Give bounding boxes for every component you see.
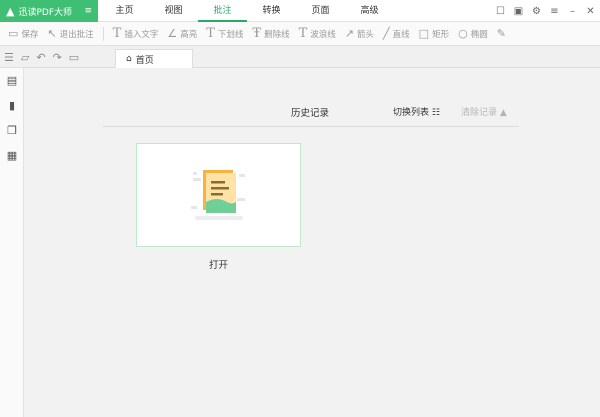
home-panel: 历史记录 切换列表 ☷ 清除记录 ▲ 打开 <box>25 68 600 417</box>
arrow-label: 箭头 <box>357 29 375 40</box>
annotation-toolbar: ▭ 保存 ↖ 退出批注 T 插入文字 ∠ 高亮 T 下划线 Ŧ 删除线 T 波浪… <box>0 22 600 46</box>
tab-home[interactable]: ⌂ 首页 <box>115 49 193 68</box>
ellipse-label: 椭圆 <box>470 29 488 40</box>
menu-advanced[interactable]: 高级 <box>345 0 394 22</box>
quick-access-bar: ☰ ▱ ↶ ↷ ▭ <box>4 47 79 68</box>
switch-list-label: 切换列表 <box>393 108 430 118</box>
clear-history-label: 清除记录 <box>461 108 498 118</box>
underline-button[interactable]: T 下划线 <box>206 26 243 41</box>
message-icon[interactable]: ☐ <box>495 6 506 17</box>
line-label: 直线 <box>392 29 410 40</box>
insert-text-label: 插入文字 <box>124 29 159 40</box>
strikethrough-icon: Ŧ <box>252 26 262 41</box>
highlight-label: 高亮 <box>180 29 198 40</box>
underline-label: 下划线 <box>217 29 244 40</box>
list-menu-icon[interactable]: ☰ <box>4 51 14 64</box>
insert-text-button[interactable]: T 插入文字 <box>113 26 159 41</box>
ellipse-button[interactable]: ○ 椭圆 <box>458 27 488 40</box>
menu-icon[interactable]: ≡ <box>549 6 560 17</box>
minimize-icon[interactable]: – <box>567 6 578 17</box>
ellipse-icon: ○ <box>458 27 468 40</box>
rectangle-icon: □ <box>418 27 430 40</box>
bookmark-icon[interactable]: ▮ <box>5 99 19 113</box>
open-file-card[interactable] <box>136 143 301 247</box>
highlight-button[interactable]: ∠ 高亮 <box>167 27 197 40</box>
open-file-label: 打开 <box>208 260 228 271</box>
list-view-icon: ☷ <box>431 108 440 118</box>
attachments-icon[interactable]: ▦ <box>5 149 19 163</box>
app-name: 迅读PDF大师 <box>18 7 73 18</box>
exit-annotation-button[interactable]: ↖ 退出批注 <box>47 27 93 40</box>
window-controls: ☐ ▣ ⚙ ≡ – ✕ <box>495 0 596 22</box>
open-document-icon <box>191 170 245 220</box>
pencil-button[interactable]: ✎ <box>497 27 506 40</box>
strikethrough-button[interactable]: Ŧ 删除线 <box>252 26 289 41</box>
rectangle-label: 矩形 <box>432 29 450 40</box>
close-icon[interactable]: ✕ <box>585 6 596 17</box>
menu-home[interactable]: 主页 <box>100 0 149 22</box>
gift-icon[interactable]: ▣ <box>513 6 524 17</box>
wavy-line-icon: T <box>298 26 308 41</box>
wavy-line-button[interactable]: T 波浪线 <box>299 26 336 41</box>
save-button[interactable]: ▭ 保存 <box>8 27 38 40</box>
menu-annotate[interactable]: 批注 <box>198 0 247 22</box>
wavy-line-label: 波浪线 <box>310 29 336 40</box>
arrow-icon: ↗ <box>344 27 355 40</box>
menu-view[interactable]: 视图 <box>149 0 198 22</box>
clear-history-button[interactable]: 清除记录 ▲ <box>461 105 507 118</box>
pages-icon[interactable]: ❐ <box>5 124 19 138</box>
switch-list-button[interactable]: 切换列表 ☷ <box>393 105 440 118</box>
home-icon: ⌂ <box>126 54 132 64</box>
highlighter-icon: ∠ <box>167 27 178 40</box>
save-disk-icon[interactable]: ▭ <box>69 51 79 64</box>
menu-page[interactable]: 页面 <box>296 0 345 22</box>
arrow-button[interactable]: ↗ 箭头 <box>345 27 374 40</box>
trash-icon: ▲ <box>499 108 507 118</box>
save-icon: ▭ <box>8 27 19 40</box>
main-menu: 主页 视图 批注 转换 页面 高级 <box>100 0 394 22</box>
history-divider <box>103 126 519 127</box>
history-title: 历史记录 <box>291 108 330 119</box>
open-folder-icon[interactable]: ▱ <box>21 51 29 64</box>
tab-bar: ☰ ▱ ↶ ↷ ▭ ⌂ 首页 <box>0 47 600 68</box>
exit-annotation-label: 退出批注 <box>59 29 94 40</box>
text-insert-icon: T <box>112 26 122 41</box>
app-logo-icon: ▲ <box>6 4 15 18</box>
pencil-icon: ✎ <box>496 27 506 40</box>
cursor-icon: ↖ <box>47 27 57 40</box>
undo-icon[interactable]: ↶ <box>36 51 45 64</box>
underline-icon: T <box>206 26 215 41</box>
settings-icon[interactable]: ⚙ <box>531 6 542 17</box>
thumbnails-icon[interactable]: ▤ <box>5 74 19 88</box>
line-button[interactable]: ╱ 直线 <box>383 27 410 40</box>
rectangle-button[interactable]: □ 矩形 <box>419 27 449 40</box>
title-bar: ▲ 迅读PDF大师 ≡ 主页 视图 批注 转换 页面 高级 ☐ ▣ ⚙ ≡ – … <box>0 0 600 22</box>
app-brand[interactable]: ▲ 迅读PDF大师 ≡ <box>0 0 98 22</box>
line-icon: ╱ <box>383 27 390 40</box>
save-label: 保存 <box>21 29 39 40</box>
toolbar-divider <box>102 26 104 41</box>
menu-convert[interactable]: 转换 <box>247 0 296 22</box>
left-sidebar: ▤ ▮ ❐ ▦ <box>0 68 24 417</box>
app-menu-icon: ≡ <box>84 6 92 16</box>
tab-home-label: 首页 <box>135 55 154 66</box>
strikethrough-label: 删除线 <box>264 29 290 40</box>
redo-icon[interactable]: ↷ <box>53 51 62 64</box>
